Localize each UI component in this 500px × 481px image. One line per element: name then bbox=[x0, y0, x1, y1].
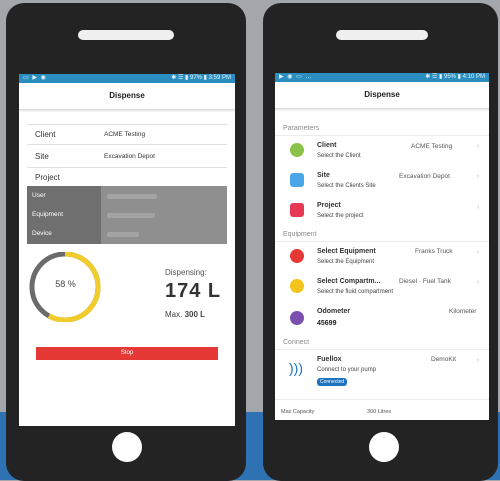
connected-badge: Connected bbox=[317, 378, 348, 386]
equipment-placeholder bbox=[107, 213, 155, 218]
chevron-right-icon[interactable]: › bbox=[477, 173, 479, 180]
left-phone: ▭ ▶ ◉ ✱ ☰ ▮ 97% ▮ 3:59 PM Dispense Clien… bbox=[6, 3, 246, 481]
status-icons: ▶ ◉ ▭ … bbox=[279, 74, 313, 80]
odometer-title: Odometer bbox=[317, 308, 351, 315]
site-subtitle: Select the Clients Site bbox=[317, 183, 376, 189]
home-button[interactable] bbox=[112, 432, 142, 462]
site-title: Site bbox=[317, 172, 330, 179]
section-parameters: Parameters bbox=[283, 125, 320, 132]
fuellox-subtitle: Connect to your pump bbox=[317, 367, 377, 373]
odometer-unit[interactable]: Kilometer bbox=[449, 308, 476, 315]
fuellox-title: Fuellox bbox=[317, 356, 342, 363]
gauge-icon bbox=[290, 311, 304, 325]
client-label: Client bbox=[35, 130, 56, 139]
gauge-percent-text: 58 % bbox=[55, 279, 76, 289]
chevron-right-icon[interactable]: › bbox=[477, 143, 479, 150]
chevron-right-icon[interactable]: › bbox=[477, 204, 479, 211]
equipment-subtitle: Select the Equipment bbox=[317, 259, 375, 265]
device-label: Device bbox=[32, 230, 52, 237]
chevron-right-icon[interactable]: › bbox=[477, 279, 479, 286]
compartment-title: Select Compartm... bbox=[317, 278, 381, 285]
fuellox-value[interactable]: DemoKit bbox=[431, 356, 456, 363]
max-line: Max. 300 L bbox=[165, 310, 205, 319]
speaker-grille bbox=[336, 30, 428, 40]
wifi-icon: ))) bbox=[289, 360, 303, 376]
gear-icon bbox=[290, 249, 304, 263]
user-label: User bbox=[32, 192, 46, 199]
status-right: ✱ ☰ ▮ 95% ▮ 4:10 PM bbox=[425, 74, 485, 80]
site-label: Site bbox=[35, 152, 49, 161]
dispensing-label: Dispensing: bbox=[165, 268, 207, 277]
max-capacity-label: Max Capacity bbox=[281, 409, 315, 415]
section-equipment: Equipment bbox=[283, 231, 317, 238]
equipment-title: Select Equipment bbox=[317, 248, 376, 255]
user-placeholder bbox=[107, 194, 157, 199]
max-value: 300 L bbox=[184, 310, 206, 319]
fuel-icon bbox=[290, 279, 304, 293]
client-value[interactable]: ACME Testing bbox=[411, 143, 452, 150]
client-value[interactable]: ACME Testing bbox=[104, 131, 145, 138]
equipment-value[interactable]: Franks Truck bbox=[415, 248, 453, 255]
compartment-value[interactable]: Diesel · Fuel Tank bbox=[399, 278, 451, 285]
project-label: Project bbox=[35, 173, 60, 182]
site-value[interactable]: Excavation Depot bbox=[104, 153, 155, 160]
stop-button[interactable]: Stop bbox=[36, 347, 218, 360]
divider bbox=[27, 144, 227, 145]
briefcase-icon bbox=[290, 203, 304, 217]
divider bbox=[27, 167, 227, 168]
app-bar-title: Dispense bbox=[19, 83, 235, 110]
odometer-input[interactable]: 45699 bbox=[317, 320, 336, 327]
home-button[interactable] bbox=[369, 432, 399, 462]
divider bbox=[275, 135, 489, 136]
layers-icon bbox=[290, 173, 304, 187]
status-bar: ▭ ▶ ◉ ✱ ☰ ▮ 97% ▮ 3:59 PM bbox=[19, 74, 235, 83]
project-title: Project bbox=[317, 202, 341, 209]
max-label: Max. bbox=[165, 310, 183, 319]
left-screen: ▭ ▶ ◉ ✱ ☰ ▮ 97% ▮ 3:59 PM Dispense Clien… bbox=[19, 74, 235, 426]
app-bar-title: Dispense bbox=[275, 82, 489, 109]
device-placeholder bbox=[107, 232, 139, 237]
speaker-grille bbox=[78, 30, 174, 40]
divider bbox=[27, 124, 227, 125]
divider bbox=[275, 399, 489, 400]
right-screen: ▶ ◉ ▭ … ✱ ☰ ▮ 95% ▮ 4:10 PM Dispense Par… bbox=[275, 73, 489, 420]
site-value[interactable]: Excavation Depot bbox=[399, 173, 450, 180]
status-icons: ▭ ▶ ◉ bbox=[23, 75, 47, 81]
compartment-subtitle: Select the fluid compartment bbox=[317, 289, 394, 295]
max-capacity-value: 300 Litres bbox=[367, 409, 392, 415]
divider bbox=[275, 241, 489, 242]
divider bbox=[275, 349, 489, 350]
chevron-right-icon[interactable]: › bbox=[477, 357, 479, 364]
leaf-icon bbox=[290, 143, 304, 157]
section-connect: Connect bbox=[283, 339, 310, 346]
status-bar: ▶ ◉ ▭ … ✱ ☰ ▮ 95% ▮ 4:10 PM bbox=[275, 73, 489, 82]
project-subtitle: Select the project bbox=[317, 213, 364, 219]
chevron-right-icon[interactable]: › bbox=[477, 249, 479, 256]
right-phone: ▶ ◉ ▭ … ✱ ☰ ▮ 95% ▮ 4:10 PM Dispense Par… bbox=[263, 3, 498, 481]
client-title: Client bbox=[317, 142, 337, 149]
client-subtitle: Select the Client bbox=[317, 153, 361, 159]
dispensing-value: 174 L bbox=[165, 280, 222, 302]
equipment-label: Equipment bbox=[32, 211, 64, 218]
status-right: ✱ ☰ ▮ 97% ▮ 3:59 PM bbox=[171, 75, 231, 81]
